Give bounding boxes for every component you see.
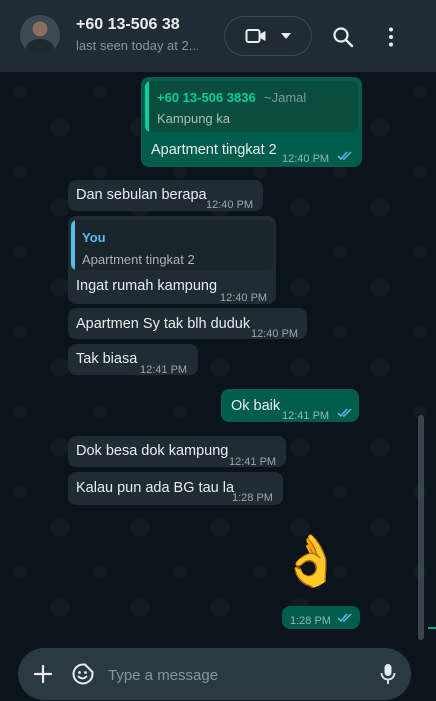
message-time: 12:40 PM [282,153,330,165]
quote-author: You [82,230,106,245]
message-input[interactable] [108,665,358,685]
double-check-icon [337,613,352,623]
message-time: 12:41 PM [229,456,277,468]
double-check-icon [337,151,352,161]
message-time: 12:40 PM [251,328,299,340]
message-incoming[interactable]: Tak biasa 12:41 PM [68,344,198,376]
message-text: Apartment tingkat 2 [151,142,277,158]
message-incoming[interactable]: You Apartment tingkat 2 Ingat rumah kamp… [68,216,276,304]
quote-text: Apartment tingkat 2 [82,252,195,267]
scrollbar[interactable] [418,415,424,640]
message-text: Dan sebulan berapa [76,187,207,203]
quote-author: +60 13-506 3836 [157,90,256,105]
message-time: 12:40 PM [220,292,268,304]
message-time: 12:40 PM [206,199,254,211]
message-text: Ingat rumah kampung [76,278,218,294]
message-text: Dok besa dok kampung [76,443,229,459]
message-text: Ok baik [231,398,281,414]
microphone-icon[interactable] [380,663,396,685]
video-call-button[interactable] [224,16,312,56]
video-call-icon [245,29,266,43]
message-time-chip: 1:28 PM [282,606,360,629]
quote-text: Kampung ka [157,111,230,126]
message-incoming[interactable]: Kalau pun ada BG tau la 1:28 PM [68,472,283,505]
avatar[interactable] [20,15,60,55]
message-incoming[interactable]: Apartmen Sy tak blh duduk 12:40 PM [68,308,307,340]
message-outgoing[interactable]: Ok baik 12:41 PM [221,389,359,422]
message-time: 12:41 PM [140,364,188,376]
message-incoming[interactable]: Dok besa dok kampung 12:41 PM [68,436,286,468]
quoted-message[interactable]: You Apartment tingkat 2 [71,220,273,270]
message-time: 12:41 PM [282,410,330,422]
chevron-down-icon [281,33,291,39]
message-incoming[interactable]: Dan sebulan berapa 12:40 PM [68,180,263,211]
quoted-message[interactable]: +60 13-506 3836 ~Jamal Kampung ka [145,81,358,132]
chat-header: +60 13-506 38 last seen today at 2... [0,0,436,72]
quote-alias: ~Jamal [264,90,307,105]
plus-icon[interactable] [34,665,52,683]
message-text: Kalau pun ada BG tau la [76,480,235,496]
search-icon[interactable] [332,26,354,48]
contact-status[interactable]: last seen today at 2... [76,38,198,53]
message-time: 1:28 PM [290,615,331,627]
emoji-message[interactable]: 👌 [280,528,342,594]
quote-bar [145,81,149,132]
contact-name[interactable]: +60 13-506 38 [76,16,198,34]
double-check-icon [337,408,352,418]
message-outgoing[interactable]: +60 13-506 3836 ~Jamal Kampung ka Apartm… [141,77,362,167]
message-text: Tak biasa [76,351,138,367]
more-options-icon[interactable] [380,26,402,48]
message-time: 1:28 PM [232,492,273,504]
divider [428,627,436,629]
quote-bar [71,220,75,270]
message-text: Apartmen Sy tak blh duduk [76,316,251,332]
sticker-icon[interactable] [72,663,94,685]
